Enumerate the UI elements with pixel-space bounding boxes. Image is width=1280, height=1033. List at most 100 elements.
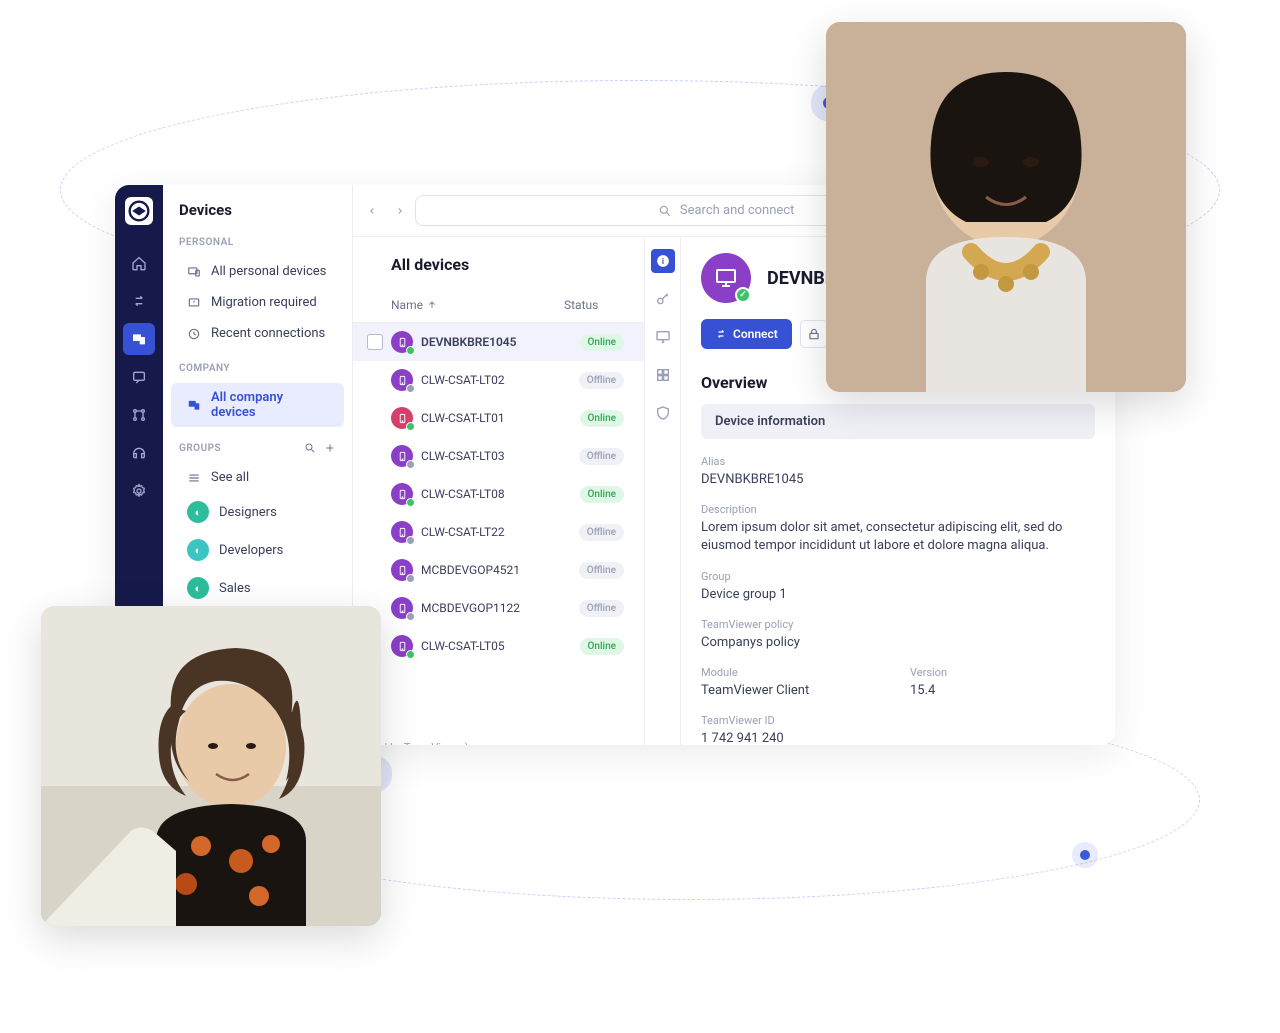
rail-settings-icon[interactable] xyxy=(123,475,155,507)
info-value-desc: Lorem ipsum dolor sit amet, consectetur … xyxy=(701,519,1095,555)
tool-monitor-icon[interactable] xyxy=(651,325,675,349)
status-pill: Offline xyxy=(579,448,624,465)
tool-grid-icon[interactable] xyxy=(651,363,675,387)
row-checkbox[interactable] xyxy=(367,334,383,350)
status-badge-icon xyxy=(406,422,415,431)
device-row-icon xyxy=(391,331,413,353)
sidebar-item-label: See all xyxy=(211,470,249,485)
section-label-groups: GROUPS xyxy=(163,438,352,462)
sidebar-item-label: Developers xyxy=(219,543,283,558)
sidebar-group-sales[interactable]: ◐ Sales xyxy=(171,570,344,606)
search-placeholder: Search and connect xyxy=(680,203,795,218)
sidebar-item-personal-devices[interactable]: All personal devices xyxy=(171,257,344,286)
rail-workflow-icon[interactable] xyxy=(123,399,155,431)
device-row-icon xyxy=(391,483,413,505)
device-row-icon xyxy=(391,635,413,657)
status-pill: Online xyxy=(580,410,624,427)
device-info-heading: Device information xyxy=(701,404,1095,439)
device-row[interactable]: CLW-CSAT-LT22 Offline xyxy=(353,513,644,551)
nav-back-icon[interactable] xyxy=(367,204,377,218)
status-pill: Online xyxy=(580,486,624,503)
online-badge-icon xyxy=(735,287,751,303)
info-value-tvid: 1 742 941 240 xyxy=(701,730,1095,745)
connect-button[interactable]: Connect xyxy=(701,319,792,349)
sidebar-item-label: Recent connections xyxy=(211,326,325,341)
status-pill: Offline xyxy=(579,372,624,389)
decorative-photo-1 xyxy=(826,22,1186,392)
info-label-policy: TeamViewer policy xyxy=(701,618,1095,631)
info-value-policy: Companys policy xyxy=(701,634,1095,652)
plus-icon[interactable] xyxy=(324,442,336,454)
info-label-desc: Description xyxy=(701,503,1095,516)
search-icon xyxy=(658,204,672,218)
nav-arrows xyxy=(367,204,405,218)
device-row[interactable]: CLW-CSAT-LT05 Online xyxy=(353,627,644,665)
device-row[interactable]: CLW-CSAT-LT01 Online xyxy=(353,399,644,437)
info-value-module: TeamViewer Client xyxy=(701,682,886,700)
device-row[interactable]: CLW-CSAT-LT03 Offline xyxy=(353,437,644,475)
group-icon: ◐ xyxy=(187,577,209,599)
device-row[interactable]: MCBDEVGOP4521 Offline xyxy=(353,551,644,589)
status-pill: Offline xyxy=(579,562,624,579)
device-icon xyxy=(701,253,751,303)
svg-text:i: i xyxy=(661,256,663,266)
rail-support-icon[interactable] xyxy=(123,437,155,469)
sidebar-item-see-all[interactable]: See all xyxy=(171,463,344,492)
sort-asc-icon xyxy=(427,300,437,310)
tool-info-icon[interactable]: i xyxy=(651,249,675,273)
device-row-name: CLW-CSAT-LT22 xyxy=(421,525,579,539)
status-badge-icon xyxy=(406,612,415,621)
device-row-name: CLW-CSAT-LT08 xyxy=(421,487,580,501)
status-pill: Offline xyxy=(579,600,624,617)
list-footnote: ded by TeamViewer). xyxy=(353,731,644,745)
nav-forward-icon[interactable] xyxy=(395,204,405,218)
device-row-icon xyxy=(391,521,413,543)
connect-icon xyxy=(715,328,727,340)
rail-chat-icon[interactable] xyxy=(123,361,155,393)
search-icon[interactable] xyxy=(304,442,316,454)
section-label-company: COMPANY xyxy=(163,359,352,382)
info-label-group: Group xyxy=(701,570,1095,583)
tool-key-icon[interactable] xyxy=(651,287,675,311)
device-row-name: CLW-CSAT-LT01 xyxy=(421,411,580,425)
info-label-alias: Alias xyxy=(701,455,1095,468)
info-value-group: Device group 1 xyxy=(701,586,1095,604)
sidebar-item-company-devices[interactable]: All company devices xyxy=(171,383,344,427)
column-header-name[interactable]: Name xyxy=(391,298,564,312)
detail-tool-rail: i xyxy=(645,237,681,745)
status-pill: Online xyxy=(580,334,624,351)
device-row-icon xyxy=(391,597,413,619)
decorative-photo-2 xyxy=(41,606,381,926)
info-value-alias: DEVNBKBRE1045 xyxy=(701,471,1095,489)
sidebar-title: Devices xyxy=(163,185,352,233)
lock-button[interactable] xyxy=(800,320,828,348)
device-row[interactable]: MCBDEVGOP1122 Offline xyxy=(353,589,644,627)
sidebar-group-designers[interactable]: ◐Designers xyxy=(171,494,344,530)
device-row[interactable]: CLW-CSAT-LT08 Online xyxy=(353,475,644,513)
status-pill: Online xyxy=(580,638,624,655)
device-row-name: CLW-CSAT-LT03 xyxy=(421,449,579,463)
decorative-dot xyxy=(1080,850,1090,860)
info-label-version: Version xyxy=(910,666,1095,679)
sidebar-item-migration[interactable]: Migration required xyxy=(171,288,344,317)
sidebar-group-developers[interactable]: ◐Developers xyxy=(171,532,344,568)
device-row[interactable]: DEVNBKBRE1045 Online xyxy=(353,323,644,361)
status-badge-icon xyxy=(406,384,415,393)
device-row[interactable]: CLW-CSAT-LT02 Offline xyxy=(353,361,644,399)
device-row-name: DEVNBKBRE1045 xyxy=(421,335,580,349)
column-header-status[interactable]: Status xyxy=(564,298,624,312)
status-badge-icon xyxy=(406,460,415,469)
rail-transfer-icon[interactable] xyxy=(123,285,155,317)
device-row-name: MCBDEVGOP4521 xyxy=(421,563,579,577)
rail-home-icon[interactable] xyxy=(123,247,155,279)
device-list-pane: All devices Name Status DEVNBKBRE1045 On… xyxy=(353,237,645,745)
sidebar-item-recent[interactable]: Recent connections xyxy=(171,319,344,348)
rail-devices-icon[interactable] xyxy=(123,323,155,355)
device-row-name: CLW-CSAT-LT05 xyxy=(421,639,580,653)
tool-shield-icon[interactable] xyxy=(651,401,675,425)
sidebar-item-label: All personal devices xyxy=(211,264,326,279)
info-grid: Alias DEVNBKBRE1045 Description Lorem ipsu… xyxy=(701,455,1095,745)
status-pill: Offline xyxy=(579,524,624,541)
status-badge-icon xyxy=(406,650,415,659)
sidebar-item-label: Sales xyxy=(219,581,251,596)
